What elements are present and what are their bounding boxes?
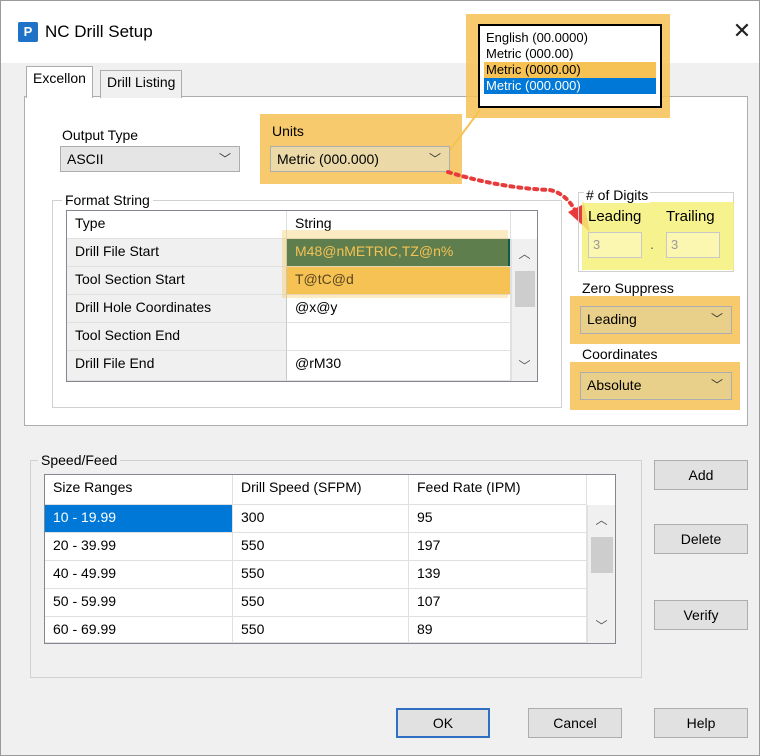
speed-row-feed-2[interactable]: 197 [409, 533, 587, 561]
format-row-type-5: Drill File End [67, 351, 287, 381]
coordinates-label: Coordinates [582, 346, 658, 362]
speed-row-range-3[interactable]: 40 - 49.99 [45, 561, 233, 589]
chevron-down-icon[interactable]: ﹀ [512, 357, 537, 377]
output-type-label: Output Type [62, 127, 139, 143]
zero-suppress-select[interactable]: Leading ﹀ [580, 306, 732, 334]
speed-row-speed-3[interactable]: 550 [233, 561, 409, 589]
output-type-select[interactable]: ASCII ﹀ [60, 146, 240, 172]
units-option-1[interactable]: English (00.0000) [484, 30, 656, 46]
speed-row-speed-1[interactable]: 300 [233, 505, 409, 533]
chevron-down-icon: ﹀ [710, 378, 723, 392]
chevron-down-icon: ﹀ [710, 312, 723, 326]
speed-row-range-1[interactable]: 10 - 19.99 [45, 505, 233, 533]
speed-row-feed-1[interactable]: 95 [409, 505, 587, 533]
help-button[interactable]: Help [654, 708, 748, 738]
format-row-type-2: Tool Section Start [67, 267, 287, 295]
cancel-button[interactable]: Cancel [528, 708, 622, 738]
zero-suppress-value: Leading [587, 311, 637, 327]
speed-col-size: Size Ranges [45, 475, 233, 505]
units-value: Metric (000.000) [277, 151, 379, 167]
window-title: NC Drill Setup [45, 22, 153, 41]
format-scrollbar[interactable]: ︿ ﹀ [511, 239, 537, 381]
speed-row-range-5[interactable]: 60 - 69.99 [45, 617, 233, 643]
speed-feed-label: Speed/Feed [38, 452, 121, 468]
chevron-up-icon[interactable]: ︿ [588, 511, 615, 531]
format-row-string-5[interactable]: @rM30 [287, 351, 511, 381]
leading-label: Leading [588, 208, 642, 225]
units-option-2[interactable]: Metric (000.00) [484, 46, 656, 62]
speed-feed-scrollbar[interactable]: ︿ ﹀ [587, 505, 615, 643]
speed-scroll-thumb[interactable] [591, 537, 613, 573]
format-string-label: Format String [62, 192, 153, 208]
output-type-value: ASCII [67, 151, 104, 167]
format-col-type: Type [67, 211, 287, 239]
chevron-down-icon: ﹀ [218, 152, 231, 166]
speed-row-feed-5[interactable]: 89 [409, 617, 587, 643]
add-button[interactable]: Add [654, 460, 748, 490]
speed-row-speed-4[interactable]: 550 [233, 589, 409, 617]
format-row-string-4[interactable] [287, 323, 511, 351]
units-select[interactable]: Metric (000.000) ﹀ [270, 146, 450, 172]
units-label: Units [272, 123, 304, 139]
chevron-up-icon[interactable]: ︿ [512, 245, 537, 265]
delete-button[interactable]: Delete [654, 524, 748, 554]
speed-feed-grid: Size Ranges Drill Speed (SFPM) Feed Rate… [44, 474, 616, 644]
ok-button[interactable]: OK [396, 708, 490, 738]
verify-button[interactable]: Verify [654, 600, 748, 630]
units-option-3[interactable]: Metric (0000.00) [484, 62, 656, 78]
leading-digits-input[interactable]: 3 [588, 232, 642, 258]
chevron-down-icon[interactable]: ﹀ [588, 617, 615, 637]
tab-drill-listing[interactable]: Drill Listing [100, 70, 183, 98]
speed-row-range-2[interactable]: 20 - 39.99 [45, 533, 233, 561]
trailing-digits-input[interactable]: 3 [666, 232, 720, 258]
coordinates-value: Absolute [587, 377, 642, 393]
speed-col-speed: Drill Speed (SFPM) [233, 475, 409, 505]
speed-row-range-4[interactable]: 50 - 59.99 [45, 589, 233, 617]
callout-line [449, 109, 481, 151]
units-option-4[interactable]: Metric (000.000) [484, 78, 656, 94]
digits-label: # of Digits [584, 187, 651, 203]
format-row-type-1: Drill File Start [67, 239, 287, 267]
tab-excellon[interactable]: Excellon [26, 66, 93, 98]
units-dropdown-list: English (00.0000) Metric (000.00) Metric… [478, 24, 662, 108]
format-row-type-4: Tool Section End [67, 323, 287, 351]
speed-row-speed-2[interactable]: 550 [233, 533, 409, 561]
coordinates-select[interactable]: Absolute ﹀ [580, 372, 732, 400]
speed-row-speed-5[interactable]: 550 [233, 617, 409, 643]
digits-separator: . [650, 236, 654, 252]
speed-col-feed: Feed Rate (IPM) [409, 475, 587, 505]
format-string-highlight [282, 230, 508, 298]
app-icon: P [18, 22, 38, 42]
format-row-type-3: Drill Hole Coordinates [67, 295, 287, 323]
trailing-label: Trailing [666, 208, 715, 225]
format-row-string-3[interactable]: @x@y [287, 295, 511, 323]
speed-row-feed-3[interactable]: 139 [409, 561, 587, 589]
close-icon[interactable]: ✕ [730, 18, 754, 44]
format-scroll-thumb[interactable] [515, 271, 535, 307]
zero-suppress-label: Zero Suppress [582, 280, 674, 296]
speed-row-feed-4[interactable]: 107 [409, 589, 587, 617]
